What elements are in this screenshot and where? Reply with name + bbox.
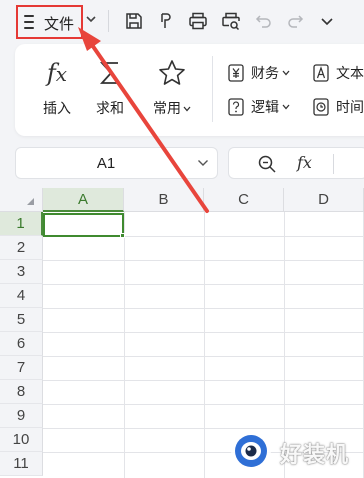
yen-icon [228, 64, 244, 82]
watermark-logo-icon [231, 431, 271, 471]
time-functions-button[interactable]: 时间 [313, 96, 364, 118]
function-ribbon: fx 插入 求和 常用 财务 文本 逻辑 时间 [15, 44, 364, 136]
logic-functions-button[interactable]: 逻辑 [228, 96, 290, 118]
row-header-9[interactable]: 9 [0, 404, 43, 428]
watermark: 好装机 [226, 428, 364, 474]
redo-icon[interactable] [283, 10, 307, 32]
ribbon-divider [212, 56, 213, 122]
row-header-1[interactable]: 1 [0, 212, 43, 236]
sigma-icon [85, 54, 135, 92]
formula-divider [333, 154, 334, 174]
row-header-4[interactable]: 4 [0, 284, 43, 308]
select-all-corner[interactable] [0, 188, 43, 212]
insert-function-label: 插入 [43, 100, 71, 116]
file-menu-button[interactable]: 文件 [16, 5, 83, 39]
logic-functions-label: 逻辑 [251, 99, 279, 115]
menu-icon [24, 15, 34, 29]
file-menu-label: 文件 [44, 16, 75, 33]
autosum-button[interactable]: 求和 [85, 54, 135, 124]
autosum-label: 求和 [96, 100, 124, 116]
undo-icon[interactable] [252, 10, 276, 32]
text-functions-button[interactable]: 文本 [313, 62, 364, 84]
text-a-icon [313, 64, 329, 82]
row-header-11[interactable]: 11 [0, 452, 43, 476]
insert-function-button[interactable]: fx 插入 [32, 54, 82, 124]
print-icon[interactable] [186, 10, 210, 32]
fx-icon: fx [46, 59, 68, 87]
question-icon [228, 98, 244, 116]
fx-icon[interactable]: fx [297, 153, 312, 172]
gridline [43, 308, 364, 309]
finance-functions-button[interactable]: 财务 [228, 62, 290, 84]
gridline [43, 380, 364, 381]
row-header-7[interactable]: 7 [0, 356, 43, 380]
finance-functions-label: 财务 [251, 65, 279, 81]
fill-handle[interactable] [120, 233, 125, 238]
row-header-10[interactable]: 10 [0, 428, 43, 452]
gridline [204, 212, 205, 478]
formula-input-area[interactable]: fx [228, 147, 364, 179]
select-all-triangle-icon [27, 198, 34, 205]
name-box[interactable]: A1 [15, 147, 218, 179]
row-header-3[interactable]: 3 [0, 260, 43, 284]
toolbar-divider [108, 10, 109, 32]
file-chevron-down-icon[interactable] [85, 14, 97, 24]
text-functions-label: 文本 [336, 65, 364, 81]
column-header-a[interactable]: A [43, 188, 124, 212]
time-functions-label: 时间 [336, 99, 364, 115]
column-header-c[interactable]: C [204, 188, 284, 212]
more-chevron-down-icon[interactable] [315, 10, 339, 32]
zoom-search-icon[interactable] [257, 154, 277, 174]
row-header-8[interactable]: 8 [0, 380, 43, 404]
column-header-d[interactable]: D [284, 188, 364, 212]
common-functions-label: 常用 [147, 98, 197, 118]
star-icon [147, 54, 197, 92]
gridline [43, 284, 364, 285]
watermark-text: 好装机 [280, 442, 350, 467]
row-header-2[interactable]: 2 [0, 236, 43, 260]
column-header-b[interactable]: B [124, 188, 204, 212]
gridline [43, 356, 364, 357]
common-functions-button[interactable]: 常用 [147, 54, 197, 124]
name-box-chevron-down-icon[interactable] [197, 159, 209, 167]
clock-icon [313, 98, 329, 116]
top-toolbar: 文件 [0, 0, 364, 44]
save-icon[interactable] [122, 10, 146, 32]
row-header-6[interactable]: 6 [0, 332, 43, 356]
gridline [43, 332, 364, 333]
gridline [43, 260, 364, 261]
format-painter-icon[interactable] [154, 10, 178, 32]
cell-reference: A1 [96, 155, 116, 172]
row-header-5[interactable]: 5 [0, 308, 43, 332]
print-preview-icon[interactable] [219, 10, 243, 32]
gridline [43, 404, 364, 405]
gridline [124, 212, 125, 478]
active-cell-a1[interactable] [43, 213, 124, 237]
